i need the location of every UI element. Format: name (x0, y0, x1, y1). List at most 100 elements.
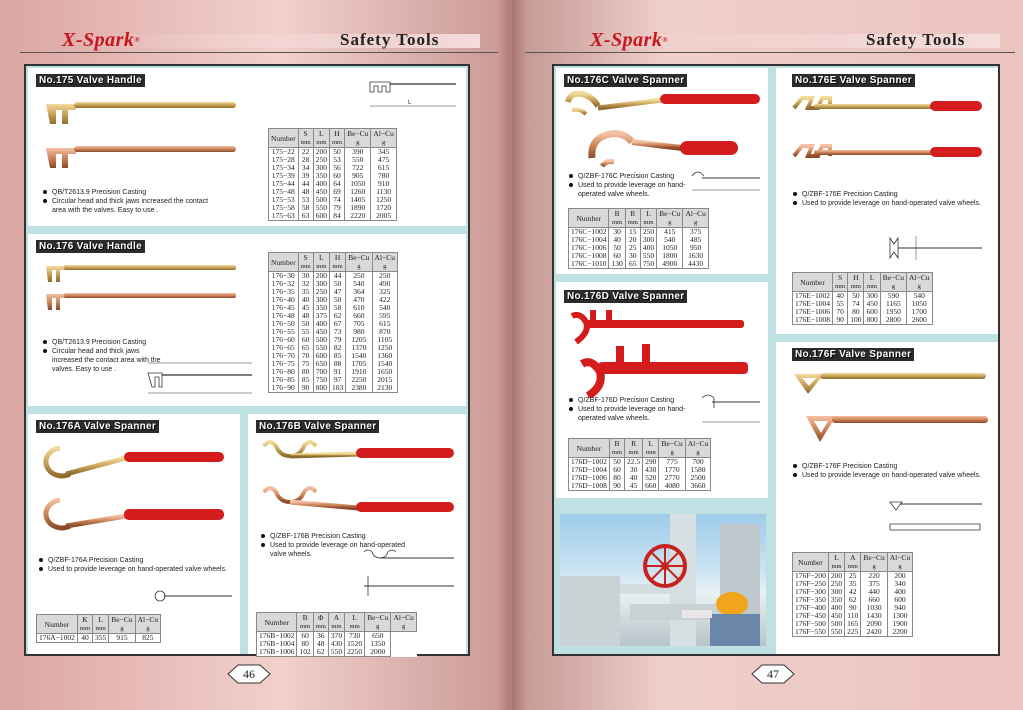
table-cell: 2800 (879, 316, 908, 325)
note-item: QB/T2613.9 Precision Casting (42, 188, 212, 197)
section-176d: No.176D Valve Spanner Q/ZBF-176D Precisi… (556, 282, 768, 498)
column-header: Bmm (608, 438, 626, 458)
table-cell: 90 (297, 384, 314, 393)
table-cell: 176D−1008 (568, 482, 610, 491)
header-rule-right (525, 52, 1015, 53)
section-176a: No.176A Valve Spanner Q/ZBF-176A Precisi… (28, 414, 240, 654)
section-title: No.176D Valve Spanner (564, 290, 688, 303)
table-cell: 65 (624, 260, 641, 269)
table-cell: 825 (134, 633, 162, 643)
table-row: 176E−1008 90 100 800 2800 2600 (791, 316, 933, 325)
table-cell: 176C−1010 (567, 260, 610, 269)
table-header-row: Number Smm Lmm Hmm Be−Cu g Al−Cu g (268, 252, 399, 272)
table-cell: 103 (328, 384, 347, 393)
column-header: Amm (327, 612, 346, 632)
notes-176e: Q/ZBF-176E Precision Casting Used to pro… (792, 190, 982, 208)
table-row: 175−63 63 600 84 2220 2005 (268, 212, 397, 221)
valve-spanner-176d-diagram (701, 394, 760, 423)
section-title: No.176F Valve Spanner (792, 348, 915, 361)
column-header: Smm (297, 128, 314, 148)
table-cell: 660 (642, 482, 660, 491)
section-title: No.176 Valve Handle (36, 240, 145, 253)
header-rule-left (20, 52, 498, 53)
column-header: Lmm (312, 128, 330, 148)
table-cell: 63 (297, 212, 314, 221)
table-cell: 750 (639, 260, 658, 269)
column-header: Al−Cu g (371, 252, 399, 272)
column-header: Be−Cu g (108, 614, 136, 634)
valve-spanner-176b-image (262, 440, 454, 512)
column-header: Number (36, 614, 78, 634)
notes-176a: Q/ZBF-176A Precision Casting Used to pro… (38, 556, 233, 574)
table-row: 176D−1008 90 45 660 4080 3660 (568, 482, 712, 491)
column-header: Smm (832, 272, 849, 292)
column-header: Lmm (863, 272, 881, 292)
note-item: Q/ZBF-176E Precision Casting (792, 190, 982, 199)
note-item: Q/ZBF-176F Precision Casting (792, 462, 982, 471)
spec-table-176a: Number Kmm Lmm Be−Cu g Al−Cu g 176A−1002 40 355 91… (36, 614, 162, 643)
column-header: Lmm (827, 552, 846, 572)
table-cell: 176A−1002 (36, 633, 78, 643)
brand-logo-right: X-Spark ® (590, 28, 669, 51)
table-cell: 4080 (658, 482, 686, 491)
column-header: Bmm (296, 612, 314, 632)
header-title-right: Safety Tools (866, 30, 966, 49)
valve-spanner-176a-image (43, 445, 224, 531)
column-header: Number (568, 438, 610, 458)
notes-176: QB/T2613.9 Precision Casting Circular he… (42, 338, 162, 374)
column-header: Be−Cu g (658, 438, 686, 458)
note-item: Q/ZBF-176D Precision Casting (568, 396, 703, 405)
column-header: Hmm (328, 128, 346, 148)
svg-text:L: L (408, 100, 412, 106)
table-cell: 2005 (370, 212, 397, 221)
table-header-row: Number Bmm Rmm Lmm Be−Cu g Al−Cu g (567, 208, 709, 228)
section-175: No.175 Valve Handle L QB/T2613.9 Precisi… (28, 68, 466, 226)
table-row: 176C−1010 130 65 750 4900 4430 (567, 260, 709, 269)
table-cell: 100 (847, 316, 865, 325)
valve-wheel-photo (560, 514, 766, 646)
valve-spanner-176f-image (794, 373, 988, 442)
table-cell: 40 (76, 633, 94, 643)
table-header-row: Number Smm Lmm Hmm Be−Cu g Al−Cu g (268, 128, 397, 148)
page-number-right: 47 (750, 663, 796, 685)
table-cell: 550 (327, 648, 346, 657)
section-title: No.176B Valve Spanner (256, 420, 380, 433)
notes-176c: Q/ZBF-176C Precision Casting Used to pro… (568, 172, 703, 199)
column-header: Number (791, 272, 834, 292)
table-cell: 45 (624, 482, 644, 491)
page-number-left: 46 (226, 663, 272, 685)
note-item: Circular head and thick jaws increased t… (42, 197, 212, 215)
valve-spanner-176e-image (792, 96, 982, 158)
column-header: Hmm (328, 252, 347, 272)
column-header: Φmm (312, 612, 329, 632)
column-header: Lmm (642, 438, 660, 458)
table-cell: 4900 (656, 260, 684, 269)
header-title-left: Safety Tools (340, 30, 440, 49)
column-header: Number (268, 252, 299, 272)
worker-at-valve-illustration (560, 514, 760, 646)
section-176: No.176 Valve Handle QB/T2613.9 Precision… (28, 234, 466, 406)
spec-table-176b: Number Bmm Φmm Amm Lmm Be−Cu g Al−Cu g 176B−1002 6… (255, 612, 417, 657)
column-header: Be−Cu g (344, 128, 372, 148)
column-header: Al−Cu g (886, 552, 914, 572)
table-cell: 225 (844, 628, 862, 637)
column-header: Be−Cu g (860, 552, 888, 572)
section-176b: No.176B Valve Spanner Q/ZBF-176B Precisi… (248, 414, 466, 657)
section-176f: No.176F Valve Spanner Q/ZBF-176F Precisi… (776, 342, 998, 654)
valve-spanner-176f-diagram (889, 501, 982, 531)
table-cell: 84 (328, 212, 346, 221)
table-cell: 90 (832, 316, 849, 325)
table-cell: 2200 (886, 628, 914, 637)
spec-table-176e: Number Smm Hmm Lmm Be−Cu g Al−Cu g 176E−1002 40 50… (791, 272, 933, 325)
column-header: Be−Cu g (879, 272, 908, 292)
table-cell: 2380 (345, 384, 373, 393)
book-gutter (497, 0, 527, 710)
spec-table-176f: Number Lmm Amm Be−Cu g Al−Cu g 176F−200 200 25 220… (792, 552, 914, 637)
table-cell: 915 (108, 633, 136, 643)
note-item: Used to provide leverage on hand-operate… (568, 405, 703, 423)
notes-176d: Q/ZBF-176D Precision Casting Used to pro… (568, 396, 703, 423)
column-header: Al−Cu g (684, 438, 712, 458)
note-item: Used to provide leverage on hand-operate… (38, 565, 233, 574)
table-cell: 176B−1006 (255, 648, 298, 657)
column-header: Rmm (624, 438, 644, 458)
